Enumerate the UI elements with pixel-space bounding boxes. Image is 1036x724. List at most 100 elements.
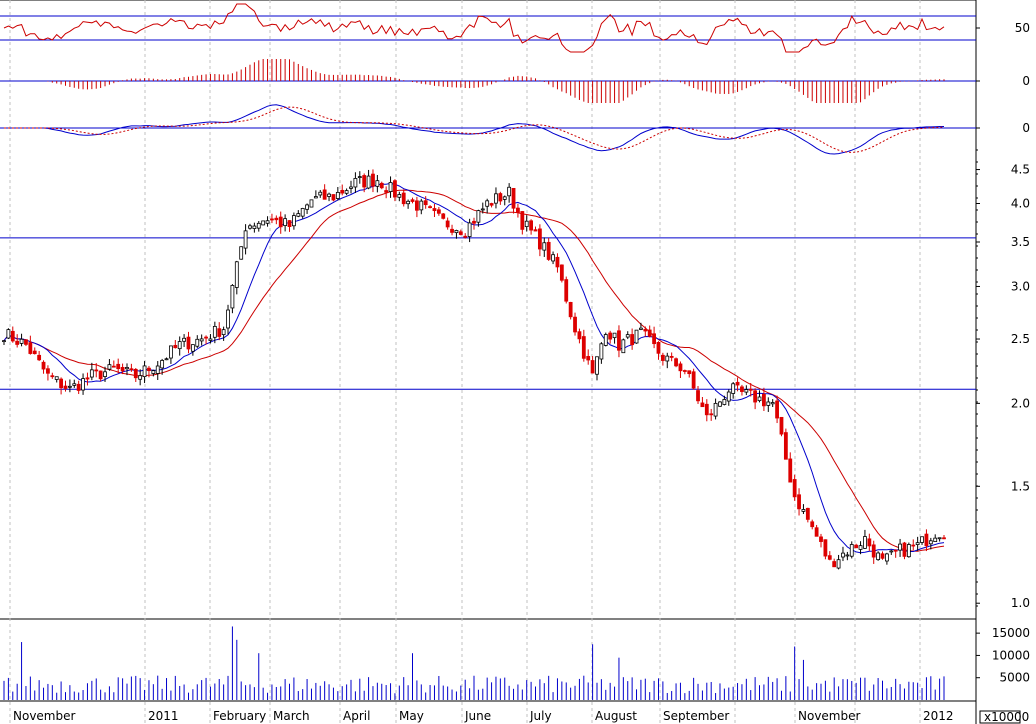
stock-chart: 1.01.52.02.53.03.54.04.55000150001000050… xyxy=(0,0,1030,724)
candle-body xyxy=(212,326,217,338)
candle-body xyxy=(498,193,503,202)
candle-body xyxy=(766,401,771,406)
price-tick-label: 2.5 xyxy=(1011,332,1030,346)
candle-body xyxy=(261,220,266,226)
month-label: 2011 xyxy=(148,709,179,723)
candle-body xyxy=(111,365,116,368)
candle-body xyxy=(704,403,709,416)
candle-body xyxy=(823,539,828,557)
candle-body xyxy=(590,360,595,374)
vertical-grid xyxy=(9,0,921,724)
oscillator-tick-label: 50 xyxy=(1015,21,1030,35)
candle-body xyxy=(155,365,160,374)
candle-body xyxy=(779,416,784,435)
candle-body xyxy=(454,230,459,234)
month-label: November xyxy=(798,709,860,723)
candle-body xyxy=(792,479,797,498)
candle-body xyxy=(797,494,801,510)
price-tick-label: 1.0 xyxy=(1011,596,1030,610)
candle-body xyxy=(2,340,6,343)
candle-body xyxy=(46,368,50,374)
candle-body xyxy=(621,339,626,354)
candle-body xyxy=(164,358,169,361)
candle-body xyxy=(371,173,375,187)
price-tick-label: 4.0 xyxy=(1011,197,1030,211)
candle-body xyxy=(265,220,270,224)
price-tick-label: 2.0 xyxy=(1011,396,1030,410)
candle-body xyxy=(880,553,885,559)
candle-body xyxy=(125,367,129,370)
candle-body xyxy=(287,220,292,227)
candle-body xyxy=(230,285,235,309)
candle-body xyxy=(89,369,94,378)
candle-body xyxy=(893,549,898,552)
candle-body xyxy=(555,256,560,268)
candle-body xyxy=(344,190,349,194)
month-label: June xyxy=(464,709,491,723)
candle-body xyxy=(283,218,288,226)
month-label: April xyxy=(343,709,370,723)
candle-body xyxy=(252,225,257,229)
price-tick-label: 1.5 xyxy=(1011,479,1030,493)
price-tick-label: 4.5 xyxy=(1011,163,1030,177)
month-label: February xyxy=(213,709,266,723)
candle-body xyxy=(151,370,156,374)
candle-body xyxy=(748,388,753,391)
candle-body xyxy=(384,190,389,193)
candle-body xyxy=(841,552,845,558)
candle-body xyxy=(665,355,670,362)
candle-body xyxy=(511,187,516,209)
candle-body xyxy=(428,206,432,209)
candle-body xyxy=(652,333,656,345)
candle-body xyxy=(533,229,538,232)
month-label: August xyxy=(595,709,637,723)
candle-body xyxy=(709,413,714,416)
candle-body xyxy=(120,367,125,372)
candle-body xyxy=(731,383,736,394)
candle-body xyxy=(221,329,226,336)
candle-body xyxy=(375,180,380,187)
candle-body xyxy=(726,391,731,402)
candle-body xyxy=(933,537,938,542)
candle-body xyxy=(858,545,863,550)
candle-body xyxy=(138,375,143,380)
candle-body xyxy=(357,176,362,179)
candle-body xyxy=(305,204,309,210)
candle-body xyxy=(485,200,490,207)
histogram-tick-label: 0 xyxy=(1022,74,1030,88)
candle-body xyxy=(599,343,604,360)
candle-body xyxy=(50,375,55,378)
candle-body xyxy=(691,371,696,389)
candle-body xyxy=(660,354,665,361)
candle-body xyxy=(827,555,832,560)
candle-body xyxy=(805,507,810,520)
candle-body xyxy=(634,329,639,344)
volume-tick-label: 10000 xyxy=(992,648,1030,662)
candle-body xyxy=(647,329,652,337)
candle-body xyxy=(278,216,283,228)
candle-body xyxy=(186,336,191,350)
candle-body xyxy=(568,301,573,318)
month-label: September xyxy=(663,709,729,723)
candle-body xyxy=(696,390,700,402)
candle-body xyxy=(445,220,450,228)
candle-body xyxy=(889,550,894,553)
candle-body xyxy=(388,182,393,192)
candle-body xyxy=(463,235,468,238)
candle-body xyxy=(432,208,437,212)
volume-tick-label: 15000 xyxy=(992,626,1030,640)
candle-body xyxy=(595,356,599,375)
candle-body xyxy=(713,402,718,417)
candle-body xyxy=(520,211,525,230)
candle-body xyxy=(687,370,692,375)
candle-body xyxy=(296,213,301,217)
candle-body xyxy=(37,354,42,361)
candle-body xyxy=(204,336,208,339)
candle-body xyxy=(735,381,740,386)
candle-body xyxy=(59,378,64,389)
x-axis-month-labels: November 2011 February March April May June Jul… xyxy=(13,709,954,723)
candle-body xyxy=(393,180,397,198)
candle-body xyxy=(441,213,446,219)
candle-body xyxy=(722,399,727,405)
candle-body xyxy=(867,538,872,547)
